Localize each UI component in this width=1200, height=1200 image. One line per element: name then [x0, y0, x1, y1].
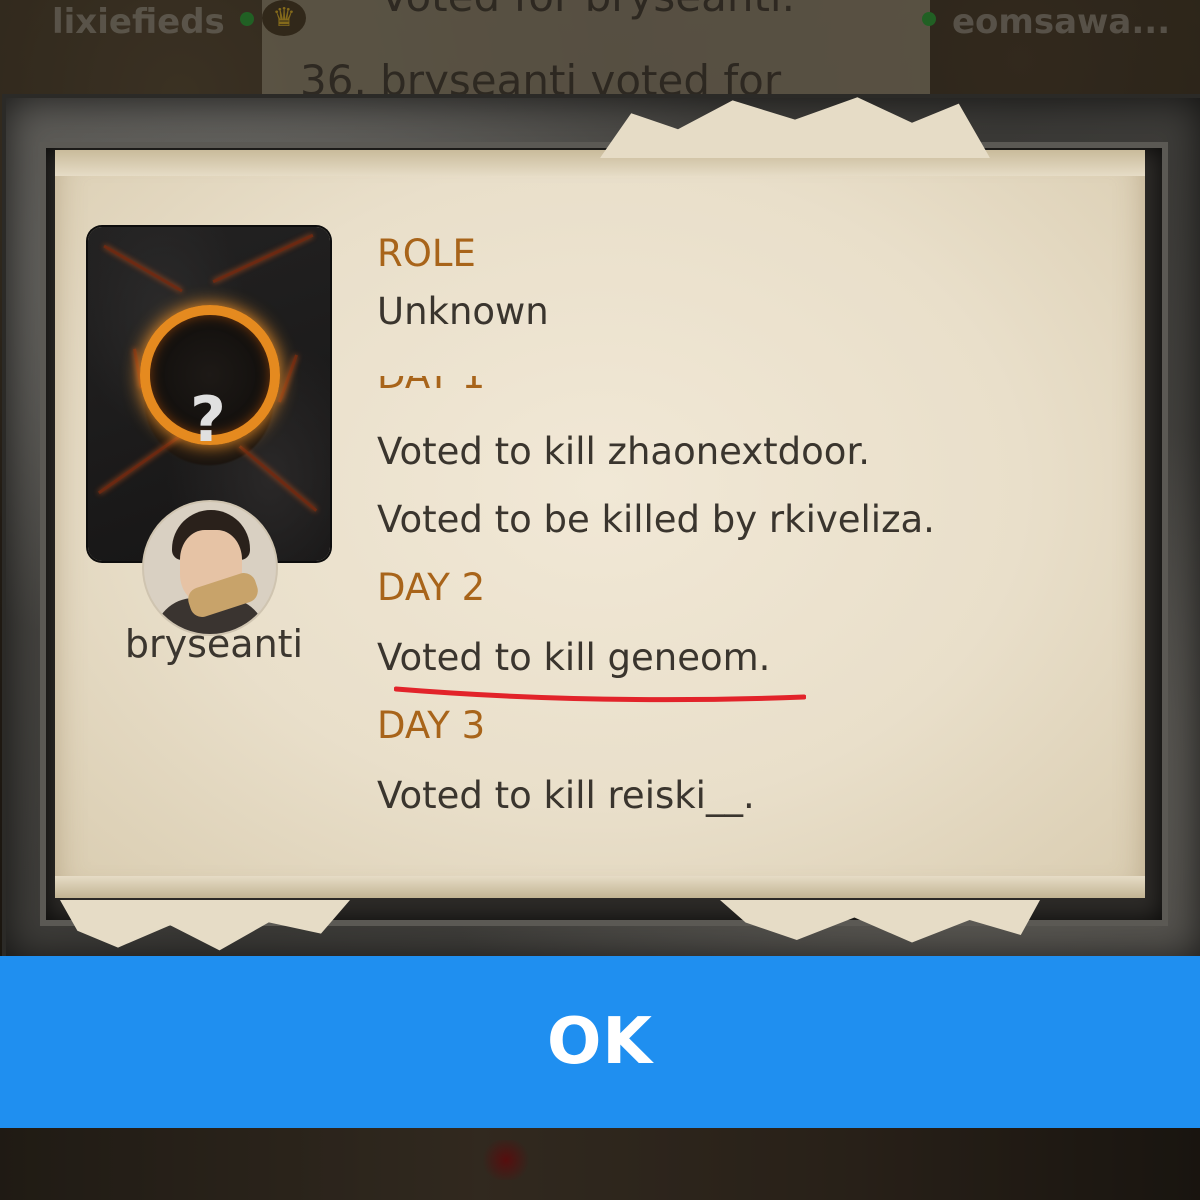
day-1-heading: DAY 1: [377, 376, 485, 400]
role-value: Unknown: [377, 290, 549, 333]
question-mark-icon: ?: [190, 383, 226, 456]
day-3-line-1: Voted to kill reiski__.: [377, 774, 755, 817]
player-name: bryseanti: [124, 622, 304, 666]
avatar[interactable]: [144, 502, 276, 634]
day-2-heading: DAY 2: [377, 566, 486, 609]
day-3-heading: DAY 3: [377, 704, 486, 747]
day-2-line-1: Voted to kill geneom.: [377, 636, 771, 679]
day-1-line-2: Voted to be killed by rkiveliza.: [377, 498, 935, 541]
role-heading: ROLE: [377, 232, 476, 275]
ok-button-label: OK: [547, 1005, 653, 1079]
ok-button[interactable]: OK: [0, 956, 1200, 1128]
day-1-line-1: Voted to kill zhaonextdoor.: [377, 430, 871, 473]
